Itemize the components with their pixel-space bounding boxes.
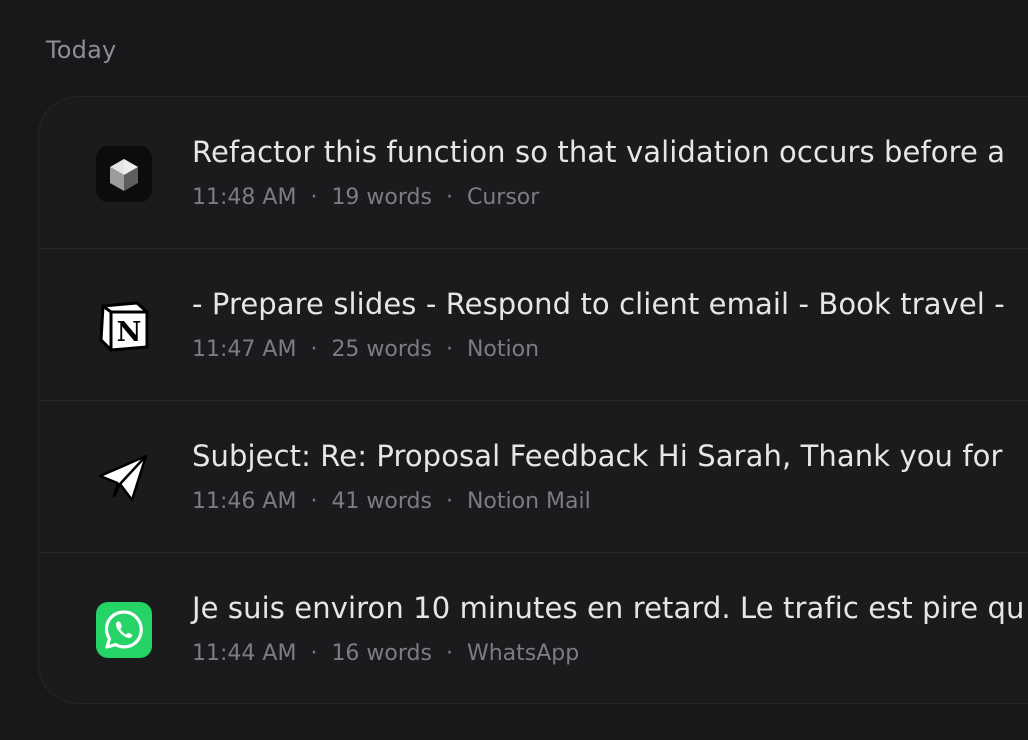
history-list: Refactor this function so that validatio… [38, 96, 1028, 704]
history-item[interactable]: Refactor this function so that validatio… [39, 97, 1028, 249]
separator-dot: · [445, 641, 453, 666]
separator-dot: · [310, 185, 318, 210]
entry-app-name: Notion Mail [466, 489, 591, 514]
entry-meta: 11:47 AM · 25 words · Notion [192, 337, 539, 362]
separator-dot: · [310, 337, 318, 362]
history-item[interactable]: Je suis environ 10 minutes en retard. Le… [39, 553, 1028, 703]
separator-dot: · [445, 489, 453, 514]
entry-word-count: 19 words [331, 185, 432, 210]
entry-word-count: 16 words [331, 641, 432, 666]
entry-word-count: 25 words [331, 337, 432, 362]
entry-meta: 11:48 AM · 19 words · Cursor [192, 185, 539, 210]
history-screen: Today Refactor this function so that val… [0, 0, 1028, 740]
entry-meta: 11:46 AM · 41 words · Notion Mail [192, 489, 591, 514]
entry-text: - Prepare slides - Respond to client ema… [192, 287, 1005, 321]
entry-text: Subject: Re: Proposal Feedback Hi Sarah,… [192, 439, 1003, 473]
entry-time: 11:46 AM [192, 489, 297, 514]
svg-text:N: N [117, 317, 142, 348]
whatsapp-app-icon [96, 602, 152, 658]
section-label-today: Today [46, 36, 117, 64]
notion-mail-app-icon [96, 450, 152, 506]
entry-app-name: Notion [466, 337, 540, 362]
entry-app-name: Cursor [466, 185, 540, 210]
history-item[interactable]: Subject: Re: Proposal Feedback Hi Sarah,… [39, 401, 1028, 553]
separator-dot: · [310, 641, 318, 666]
entry-time: 11:47 AM [192, 337, 297, 362]
history-item[interactable]: N - Prepare slides - Respond to client e… [39, 249, 1028, 401]
entry-app-name: WhatsApp [466, 641, 580, 666]
entry-word-count: 41 words [331, 489, 432, 514]
entry-text: Refactor this function so that validatio… [192, 135, 1006, 169]
entry-time: 11:44 AM [192, 641, 297, 666]
notion-app-icon: N [96, 298, 152, 354]
separator-dot: · [445, 337, 453, 362]
entry-meta: 11:44 AM · 16 words · WhatsApp [192, 641, 579, 666]
separator-dot: · [445, 185, 453, 210]
entry-text: Je suis environ 10 minutes en retard. Le… [192, 591, 1025, 625]
separator-dot: · [310, 489, 318, 514]
entry-time: 11:48 AM [192, 185, 297, 210]
cursor-app-icon [96, 146, 152, 202]
